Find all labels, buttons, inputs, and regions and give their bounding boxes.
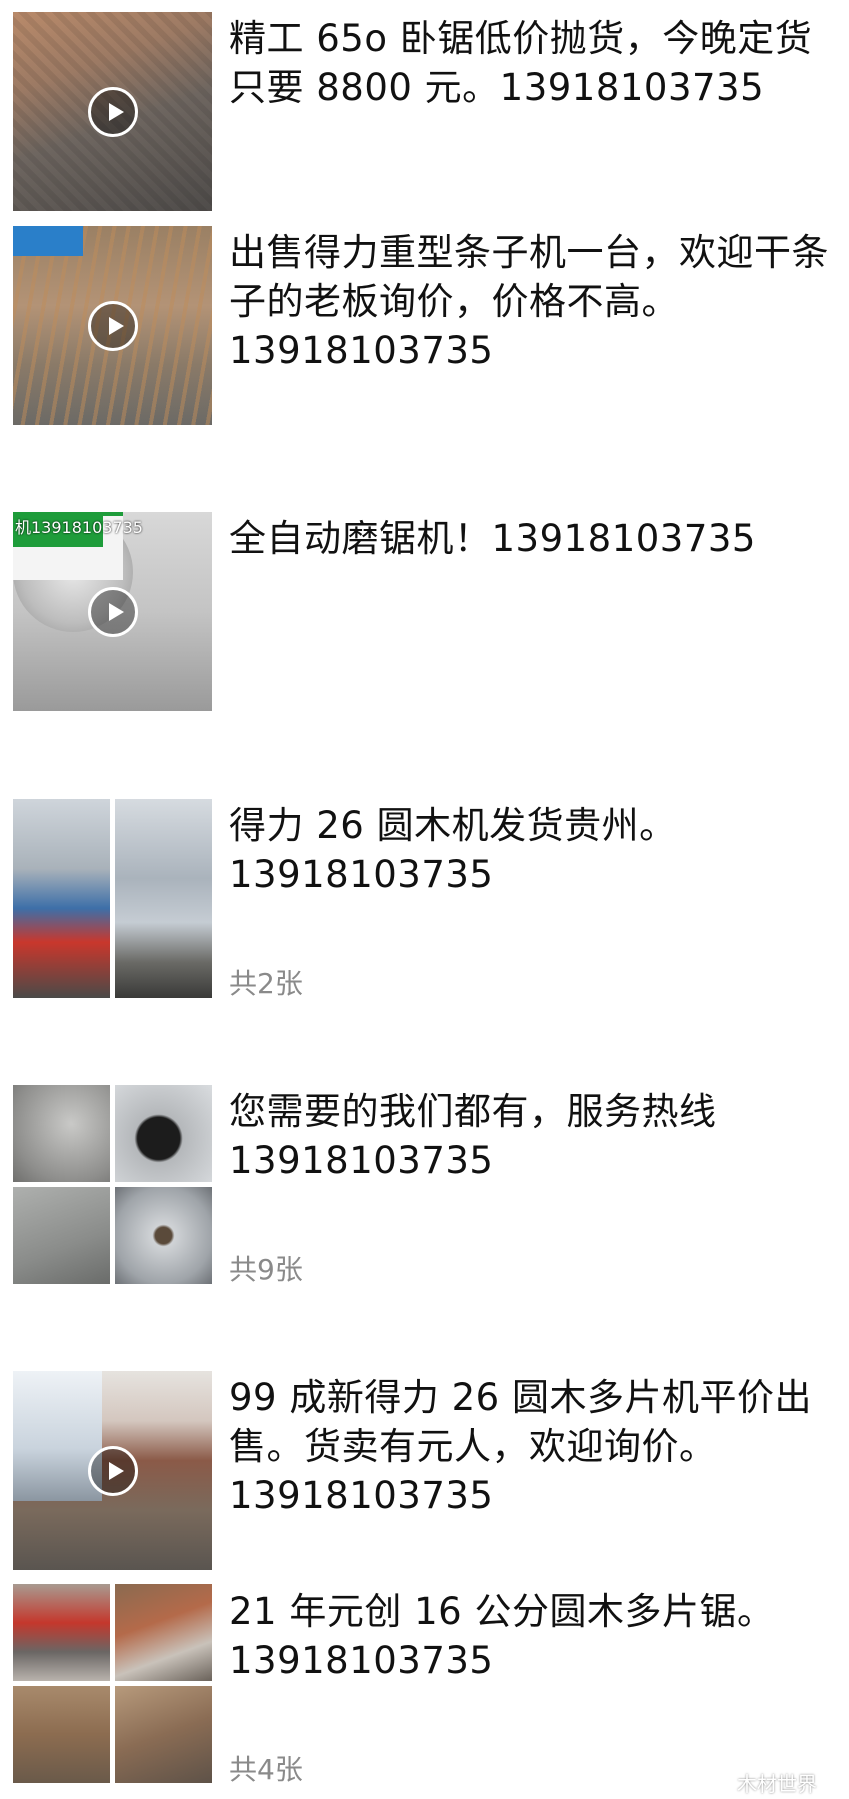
wechat-icon (705, 1769, 733, 1796)
grid-image[interactable] (115, 1584, 212, 1681)
video-thumbnail[interactable] (13, 226, 212, 425)
watermark-text: 木材世界 (737, 1772, 817, 1796)
image-count: 共4张 (229, 1753, 303, 1786)
image-count: 共9张 (229, 1253, 303, 1286)
grid-image[interactable] (115, 1085, 212, 1182)
post-text: 精工 65o 卧锯低价抛货，今晚定货只要 8800 元。13918103735 (229, 17, 813, 109)
post-text: 21 年元创 16 公分圆木多片锯。13918103735 (229, 1590, 775, 1682)
post-text: 出售得力重型条子机一台，欢迎干条子的老板询价，价格不高。13918103735 (229, 231, 829, 372)
image-count: 共2张 (229, 967, 303, 1000)
post-text: 99 成新得力 26 圆木多片机平价出售。货卖有元人，欢迎询价。13918103… (229, 1376, 812, 1517)
post-text: 全自动磨锯机！13918103735 (229, 517, 756, 560)
post-text: 得力 26 圆木机发货贵州。13918103735 (229, 804, 677, 896)
video-overlay-text: 机13918103735 (15, 518, 143, 537)
grid-image[interactable] (13, 1584, 110, 1681)
play-icon[interactable] (87, 300, 138, 351)
play-icon[interactable] (87, 1445, 138, 1496)
play-icon[interactable] (87, 586, 138, 637)
image-grid[interactable] (13, 1584, 212, 1783)
watermark: 木材世界 (705, 1768, 817, 1797)
video-thumbnail[interactable] (13, 1371, 212, 1570)
video-thumbnail[interactable] (13, 12, 212, 211)
grid-image[interactable] (13, 799, 110, 998)
grid-image[interactable] (115, 799, 212, 998)
video-thumbnail[interactable]: 机13918103735 (13, 512, 212, 711)
grid-image[interactable] (115, 1686, 212, 1783)
grid-image[interactable] (13, 1187, 110, 1284)
image-grid[interactable] (13, 799, 212, 998)
grid-image[interactable] (13, 1686, 110, 1783)
grid-image[interactable] (13, 1085, 110, 1182)
moments-feed: 精工 65o 卧锯低价抛货，今晚定货只要 8800 元。13918103735 … (0, 0, 849, 1799)
post-text: 您需要的我们都有，服务热线 13918103735 (229, 1090, 717, 1182)
grid-image[interactable] (115, 1187, 212, 1284)
play-icon[interactable] (87, 86, 138, 137)
image-grid[interactable] (13, 1085, 212, 1284)
